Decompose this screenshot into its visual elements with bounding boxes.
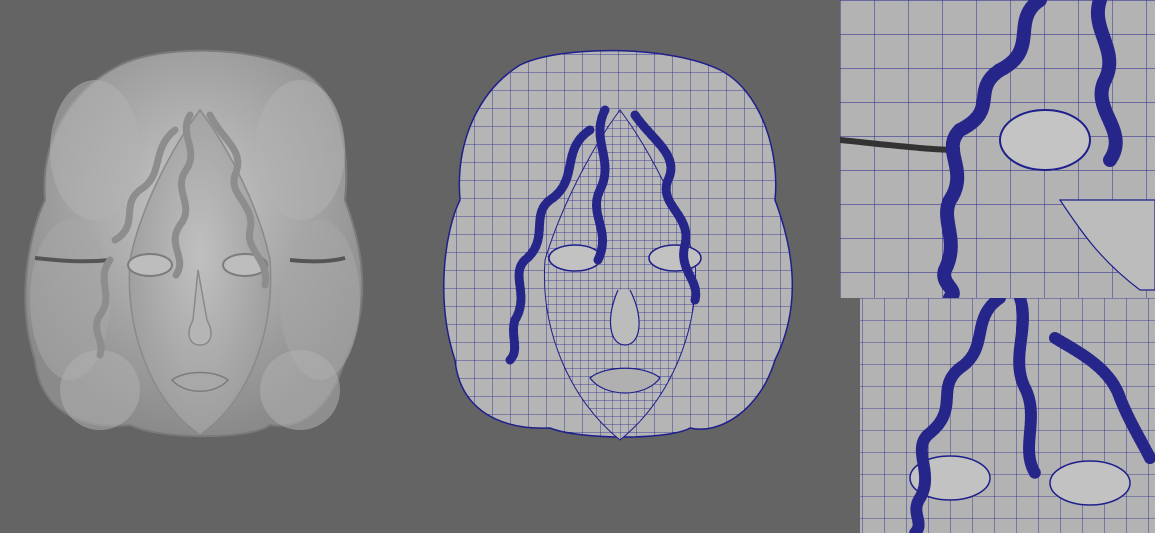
shaded-render-panel bbox=[0, 0, 420, 533]
left-eye bbox=[127, 253, 173, 277]
closeup-top-svg bbox=[840, 0, 1155, 298]
render-canvas bbox=[0, 0, 1155, 533]
wireframe-render-panel bbox=[420, 0, 840, 533]
shaded-head-svg bbox=[24, 49, 364, 438]
closeup-top-panel bbox=[840, 0, 1155, 298]
closeup-bottom-svg bbox=[840, 298, 1155, 533]
closeup-bottom-panel bbox=[840, 298, 1155, 533]
wireframe-head-svg bbox=[443, 49, 794, 441]
